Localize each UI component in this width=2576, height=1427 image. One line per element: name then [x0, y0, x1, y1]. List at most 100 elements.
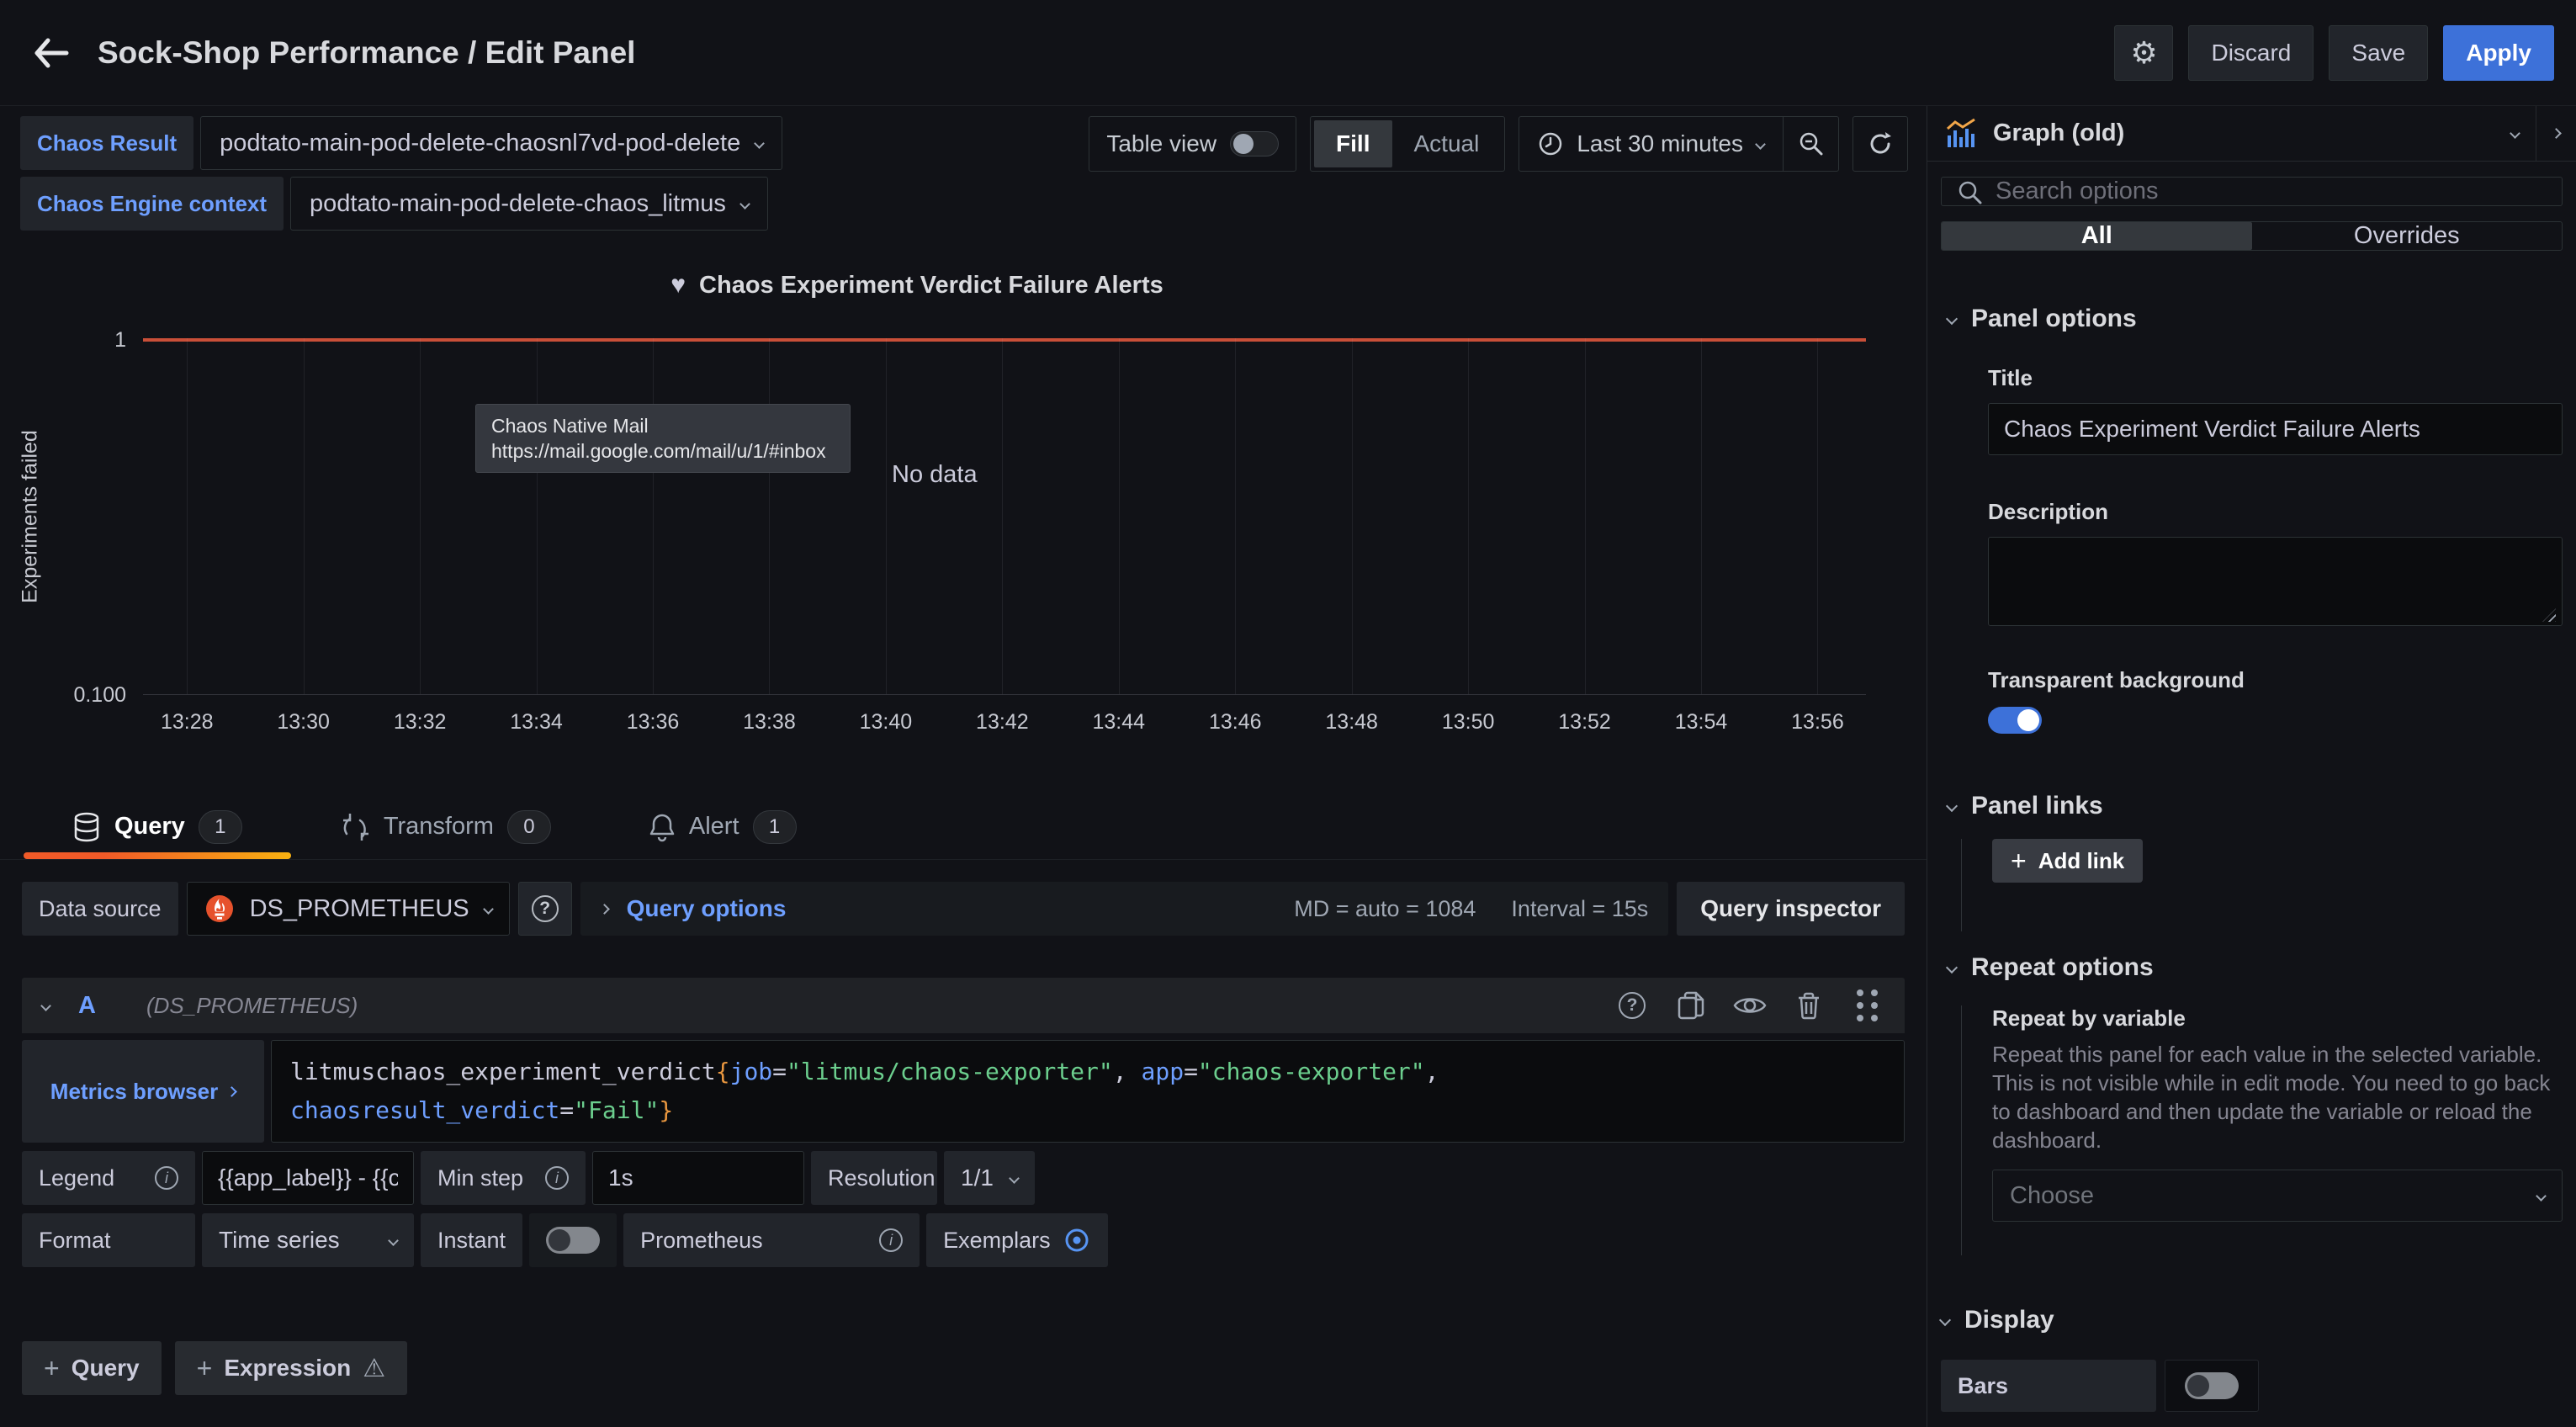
apply-button[interactable]: Apply [2443, 25, 2554, 81]
discard-button[interactable]: Discard [2188, 25, 2314, 81]
panel-settings-button[interactable]: ⚙ [2114, 25, 2173, 81]
chevron-right-icon [599, 904, 610, 915]
variable-select-chaos-engine-context[interactable]: podtato-main-pod-delete-chaos_litmus [290, 177, 768, 231]
datasource-name: DS_PROMETHEUS [250, 895, 469, 923]
copy-icon [1678, 991, 1704, 1020]
options-search[interactable] [1941, 177, 2563, 206]
panel-description-textarea[interactable] [1988, 537, 2563, 626]
panel-links-heading[interactable]: Panel links [1941, 792, 2563, 820]
query-inspector-button[interactable]: Query inspector [1677, 882, 1905, 936]
visualization-picker[interactable]: Graph (old) [1927, 106, 2536, 161]
promql-expression-input[interactable]: litmuschaos_experiment_verdict{job="litm… [271, 1040, 1905, 1143]
help-icon: ? [1619, 992, 1646, 1019]
tab-transform[interactable]: Transform 0 [291, 794, 600, 859]
datasource-help-button[interactable]: ? [518, 882, 572, 936]
options-search-input[interactable] [1996, 178, 2547, 205]
chart-plot-area[interactable] [143, 338, 1866, 695]
exemplars-eye-icon[interactable] [1063, 1226, 1091, 1255]
table-view-toggle[interactable] [1230, 131, 1279, 156]
actual-option[interactable]: Actual [1392, 120, 1502, 167]
variable-value: podtato-main-pod-delete-chaosnl7vd-pod-d… [220, 130, 740, 157]
add-link-button[interactable]: + Add link [1992, 839, 2143, 883]
tab-alert[interactable]: Alert 1 [600, 794, 845, 859]
chevron-down-icon [483, 904, 494, 915]
refresh-button[interactable] [1852, 116, 1908, 172]
repeat-variable-select[interactable]: Choose [1992, 1170, 2563, 1222]
x-grid-line [1235, 338, 1236, 694]
fill-option[interactable]: Fill [1314, 120, 1391, 167]
active-tab-underline [24, 852, 291, 859]
chevron-down-icon [739, 199, 750, 210]
no-data-text: No data [892, 461, 978, 489]
x-tick-label: 13:48 [1325, 710, 1378, 735]
legend-input[interactable] [202, 1151, 414, 1205]
x-tick-label: 13:42 [976, 710, 1029, 735]
display-heading[interactable]: Display [1941, 1306, 2563, 1334]
add-expression-button[interactable]: + Expression ⚠ [175, 1341, 408, 1395]
interval-stat: Interval = 15s [1511, 896, 1648, 922]
x-tick-label: 13:54 [1675, 710, 1728, 735]
fill-actual-segment: Fill Actual [1310, 116, 1505, 172]
query-help-button[interactable]: ? [1615, 989, 1649, 1022]
promql-token: "Fail" [574, 1096, 659, 1124]
tab-all-options[interactable]: All [1942, 222, 2252, 250]
repeat-options-heading[interactable]: Repeat options [1941, 953, 2563, 982]
panel-link-url[interactable]: https://mail.google.com/mail/u/1/#inbox [491, 438, 835, 464]
bars-label: Bars [1941, 1360, 2156, 1412]
x-grid-line [187, 338, 188, 694]
x-grid-line [653, 338, 654, 694]
tab-query-count: 1 [199, 810, 242, 844]
add-query-button[interactable]: + Query [22, 1341, 162, 1395]
warning-icon: ⚠ [363, 1354, 385, 1383]
resolution-select[interactable]: 1/1 [944, 1151, 1035, 1205]
query-datasource-hint: (DS_PROMETHEUS) [146, 993, 358, 1019]
bars-toggle[interactable] [2185, 1372, 2239, 1399]
datasource-label: Data source [22, 882, 178, 936]
zoom-out-time-button[interactable] [1783, 117, 1838, 171]
query-editor: Data source DS_PROMETHEUS ? Query option… [0, 860, 1927, 1427]
min-step-input[interactable] [592, 1151, 804, 1205]
datasource-picker[interactable]: DS_PROMETHEUS [187, 882, 510, 936]
panel-header-title[interactable]: ♥ Chaos Experiment Verdict Failure Alert… [0, 271, 1834, 300]
back-arrow-icon[interactable] [22, 24, 81, 82]
transform-icon [340, 812, 370, 842]
table-view-group: Table view [1089, 116, 1296, 172]
query-options-toggle[interactable]: Query options [627, 895, 787, 922]
toggle-query-visibility-button[interactable] [1733, 989, 1767, 1022]
x-tick-label: 13:52 [1558, 710, 1611, 735]
x-tick-label: 13:56 [1791, 710, 1844, 735]
plus-icon: + [44, 1353, 60, 1384]
help-icon: ? [532, 895, 559, 922]
panel-link-tooltip[interactable]: Chaos Native Mail https://mail.google.co… [475, 404, 851, 473]
x-grid-line [1352, 338, 1353, 694]
instant-toggle[interactable] [546, 1227, 600, 1254]
promql-token: = [559, 1096, 574, 1124]
chevron-down-icon [1755, 139, 1766, 150]
save-button[interactable]: Save [2329, 25, 2428, 81]
chevron-right-icon [226, 1086, 237, 1097]
duplicate-query-button[interactable] [1674, 989, 1708, 1022]
tab-overrides[interactable]: Overrides [2252, 222, 2563, 250]
variable-select-chaos-result[interactable]: podtato-main-pod-delete-chaosnl7vd-pod-d… [200, 116, 782, 170]
expand-viz-list-button[interactable] [2536, 106, 2576, 161]
series-line-fail-verdict [143, 338, 1866, 342]
promql-token: , [1113, 1058, 1142, 1085]
panel-title-input[interactable] [1988, 403, 2563, 455]
x-grid-line [1701, 338, 1702, 694]
transparent-background-toggle[interactable] [1988, 707, 2042, 734]
collapse-query-chevron[interactable] [40, 1000, 51, 1011]
format-select[interactable]: Time series [202, 1213, 414, 1267]
tab-label: Alert [689, 813, 739, 841]
zoom-out-icon [1798, 130, 1825, 157]
drag-query-handle[interactable] [1851, 989, 1884, 1022]
delete-query-button[interactable] [1792, 989, 1826, 1022]
alert-heart-icon: ♥ [671, 271, 686, 300]
tab-query[interactable]: Query 1 [24, 794, 291, 859]
x-grid-line [1585, 338, 1586, 694]
query-options-strip: Query options MD = auto = 1084 Interval … [580, 882, 1669, 936]
graph-viz-icon [1944, 117, 1978, 151]
panel-options-heading[interactable]: Panel options [1941, 305, 2563, 333]
metrics-browser-button[interactable]: Metrics browser [22, 1040, 264, 1143]
time-range-picker[interactable]: Last 30 minutes [1519, 117, 1783, 171]
x-tick-label: 13:28 [161, 710, 214, 735]
